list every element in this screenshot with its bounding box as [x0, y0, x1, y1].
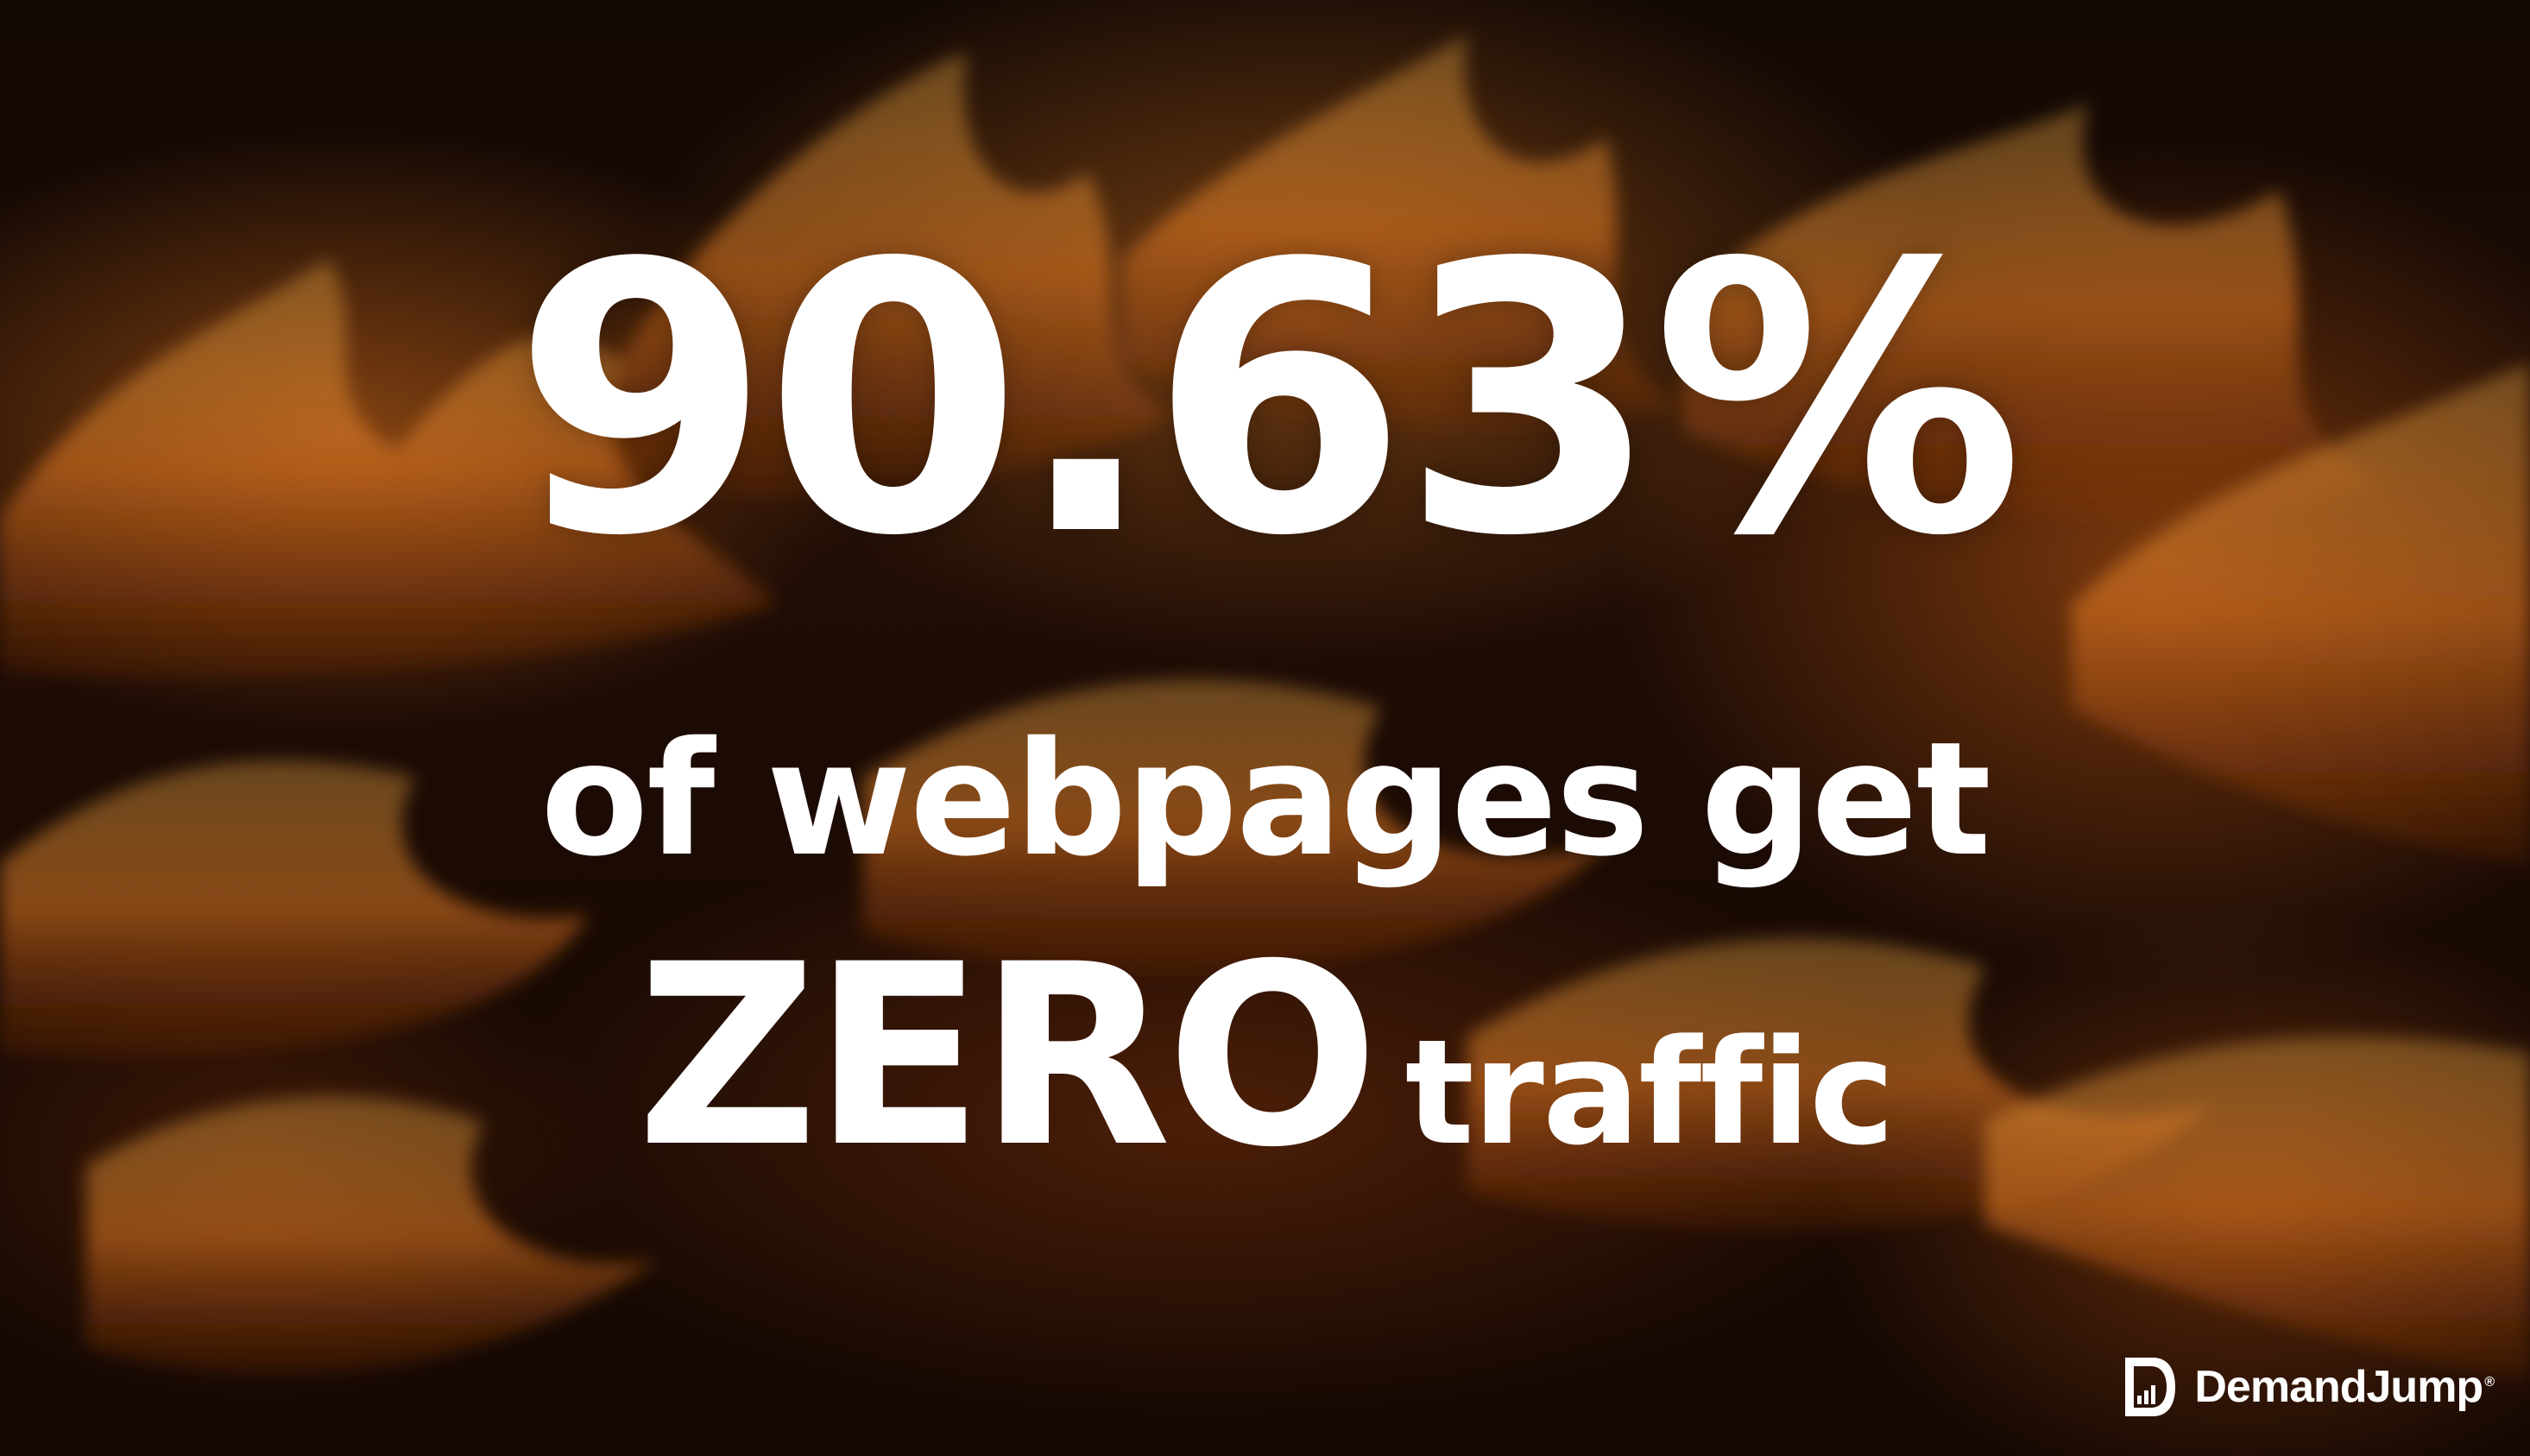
- registered-mark: ®: [2484, 1374, 2495, 1390]
- brand-logo: DemandJump ®: [2122, 1354, 2495, 1420]
- headline-stat: 90.63%: [513, 186, 2024, 617]
- headline-emphasis: ZERO: [636, 911, 1379, 1202]
- headline-subtext: of webpages get: [540, 708, 1991, 891]
- brand-name-text: DemandJump: [2194, 1362, 2483, 1412]
- headline-emphasis-line: ZERO traffic: [0, 932, 2530, 1182]
- headline-trailing: traffic: [1404, 1008, 1896, 1177]
- demandjump-logo-icon: [2125, 1358, 2176, 1416]
- slide: 90.63% of webpages get ZERO traffic Deman…: [0, 0, 2530, 1456]
- brand-name: DemandJump ®: [2194, 1361, 2495, 1413]
